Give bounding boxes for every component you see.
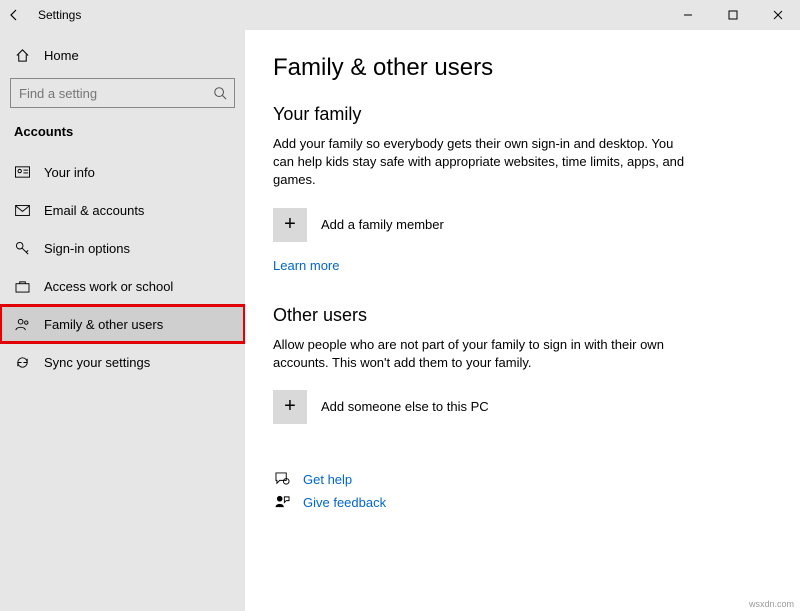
get-help-link[interactable]: Get help [273,472,776,487]
arrow-left-icon [7,8,21,22]
sidebar-item-label: Email & accounts [44,203,144,218]
plus-icon: + [273,208,307,242]
back-button[interactable] [0,0,28,30]
key-icon [14,241,30,256]
section-heading-accounts: Accounts [0,118,245,153]
mail-icon [14,205,30,216]
learn-more-link[interactable]: Learn more [273,258,776,273]
sidebar-item-your-info[interactable]: Your info [0,153,245,191]
sidebar-item-label: Access work or school [44,279,173,294]
sidebar-item-family-other-users[interactable]: Family & other users [0,305,245,343]
other-users-desc: Allow people who are not part of your fa… [273,336,693,372]
window-title: Settings [38,8,81,22]
home-label: Home [44,48,79,63]
sidebar-item-signin-options[interactable]: Sign-in options [0,229,245,267]
add-family-label: Add a family member [321,217,444,232]
sidebar-item-label: Sign-in options [44,241,130,256]
maximize-icon [728,10,738,20]
close-button[interactable] [755,0,800,30]
sidebar-item-access-work-school[interactable]: Access work or school [0,267,245,305]
sidebar-item-email-accounts[interactable]: Email & accounts [0,191,245,229]
sidebar-item-label: Your info [44,165,95,180]
briefcase-icon [14,280,30,293]
give-feedback-label: Give feedback [303,495,386,510]
your-family-heading: Your family [273,104,776,125]
sidebar: Home Accounts Your info Email & acco [0,30,245,611]
minimize-icon [683,10,693,20]
page-title: Family & other users [273,54,776,82]
sidebar-item-label: Sync your settings [44,355,150,370]
other-users-heading: Other users [273,305,776,326]
id-card-icon [14,166,30,178]
main-content: Family & other users Your family Add you… [245,30,800,611]
watermark: wsxdn.com [749,599,794,609]
search-icon [213,86,227,100]
your-family-desc: Add your family so everybody gets their … [273,135,693,190]
sync-icon [14,355,30,370]
add-family-member-button[interactable]: + Add a family member [273,208,693,242]
home-icon [14,48,30,63]
maximize-button[interactable] [710,0,755,30]
chat-icon [273,472,291,486]
close-icon [773,10,783,20]
sidebar-item-label: Family & other users [44,317,163,332]
feedback-icon [273,495,291,509]
add-other-user-button[interactable]: + Add someone else to this PC [273,390,693,424]
window-controls [665,0,800,30]
sidebar-item-sync-settings[interactable]: Sync your settings [0,343,245,381]
minimize-button[interactable] [665,0,710,30]
titlebar: Settings [0,0,800,30]
people-icon [14,317,30,332]
add-other-label: Add someone else to this PC [321,399,489,414]
plus-icon: + [273,390,307,424]
give-feedback-link[interactable]: Give feedback [273,495,776,510]
get-help-label: Get help [303,472,352,487]
search-input[interactable] [10,78,235,108]
home-button[interactable]: Home [0,36,245,74]
